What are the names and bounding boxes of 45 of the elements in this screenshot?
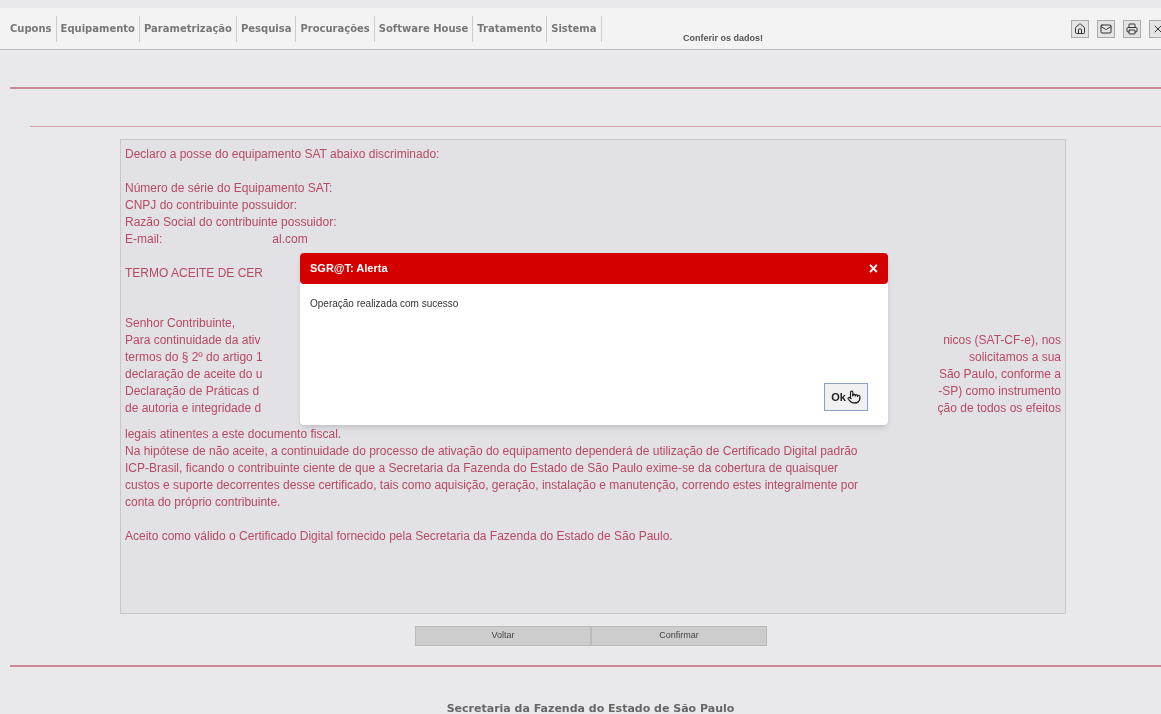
declaration-line: solicitamos a sua: [968, 349, 1061, 366]
form-button[interactable]: Voltar: [415, 626, 591, 646]
declaration-line: ção de todos os efeitos: [937, 400, 1061, 417]
declaration-line: E-mail:: [125, 231, 163, 248]
declaration-line: Razão Social do contribuinte possuidor:: [125, 214, 338, 231]
close-button[interactable]: ×: [868, 260, 878, 277]
footer-text: Secretaria da Fazenda do Estado de São Paulo: [446, 700, 735, 714]
close-icon[interactable]: [1149, 19, 1161, 38]
declaration-line: Declaração de Práticas d: [125, 383, 260, 400]
declaration-line: Aceito como válido o Certificado Digital fornecido pela Secretaria da Fazenda do Estado de São Paulo.: [125, 528, 674, 545]
declaration-line: Declaro a posse do equipamento SAT abaixo discriminado:: [125, 146, 441, 163]
declaration-line: Para continuidade da ativ: [125, 332, 261, 349]
declaration-line: conta do próprio contribuinte.: [125, 494, 282, 511]
menu-item[interactable]: Procurações: [296, 15, 375, 42]
declaration-line: Na hipótese de não aceite, a continuidade do processo de ativação do equipamento dependerá de utilização de Certificado Digital padrão: [125, 443, 859, 460]
declaration-line: São Paulo, conforme a: [938, 366, 1061, 383]
declaration-line: CNPJ do contribuinte possuidor:: [125, 197, 299, 214]
menu-item[interactable]: Tratamento: [473, 15, 548, 42]
tooltip-text: Conferir os dados!: [683, 32, 763, 45]
declaration-line: Senhor Contribuinte,: [125, 315, 237, 332]
declaration-line: TERMO ACEITE DE CER: [125, 265, 264, 282]
declaration-line: de autoria e integridade d: [125, 400, 262, 417]
menu-item[interactable]: Software House: [374, 15, 474, 42]
declaration-line: declaração de aceite do u: [125, 366, 263, 383]
menu-item[interactable]: Parametrização: [140, 15, 237, 42]
menu-item[interactable]: Pesquisa: [236, 15, 297, 42]
ok-button[interactable]: Ok: [824, 383, 868, 411]
pointer-icon: [846, 390, 861, 404]
declaration-line: al.com: [272, 231, 308, 248]
declaration-line: Número de série do Equipamento SAT:: [125, 180, 334, 197]
declaration-line: custos e suporte decorrentes desse certificado, tais como aquisição, geração, instalação e manutenção, correndo estes integralmente por: [125, 477, 860, 494]
home-icon[interactable]: [1071, 19, 1089, 38]
dialog-title: SGR@T: Alerta: [310, 261, 388, 277]
form-button[interactable]: Confirmar: [591, 626, 767, 646]
menu-item[interactable]: Sistema: [547, 15, 602, 42]
declaration-line: nicos (SAT-CF-e), nos: [943, 332, 1061, 349]
menu-item[interactable]: Equipamento: [56, 15, 140, 42]
declaration-line: legais atinentes a este documento fiscal.: [125, 426, 343, 443]
printer-icon[interactable]: [1123, 19, 1141, 38]
declaration-line: ICP-Brasil, ficando o contribuinte ciente de que a Secretaria da Fazenda do Estado de São Paulo exime-se da cobertura de quaisquer: [125, 460, 840, 477]
dialog-message: Operação realizada com sucesso: [310, 297, 460, 311]
mail-icon[interactable]: [1097, 19, 1115, 38]
declaration-line: termos do § 2º do artigo 1: [125, 349, 263, 366]
menu-item[interactable]: Cupons: [6, 15, 57, 42]
declaration-line: -SP) como instrumento: [938, 383, 1061, 400]
